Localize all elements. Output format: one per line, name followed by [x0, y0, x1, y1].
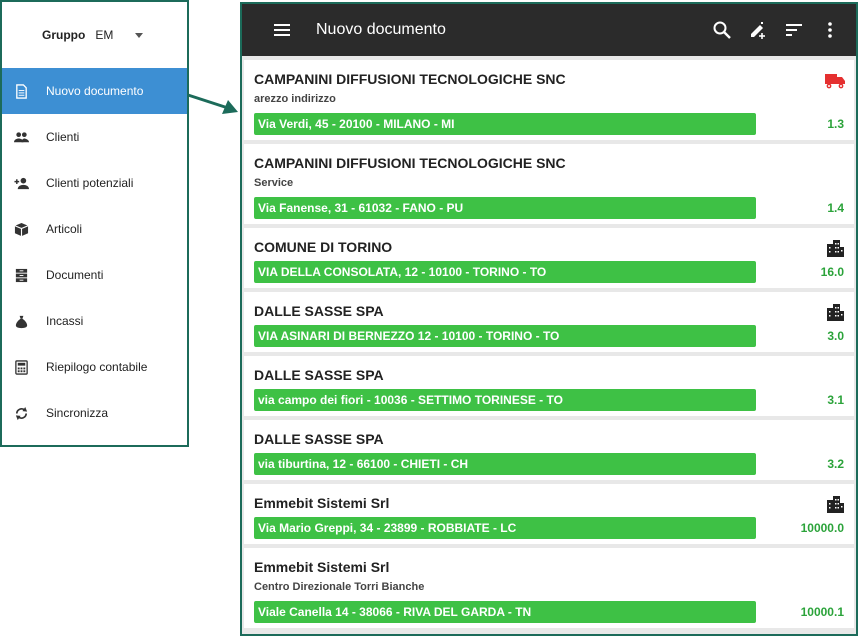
customer-name: DALLE SASSE SPA [254, 367, 384, 383]
add-person-icon [12, 174, 30, 192]
customer-name: DALLE SASSE SPA [254, 431, 384, 447]
customer-value: 1.3 [827, 117, 844, 131]
more-vert-icon[interactable] [816, 16, 844, 44]
building-icon [824, 494, 846, 514]
drawer-menu: Nuovo documento Clienti Clienti potenziali… [2, 68, 187, 436]
customer-name: Emmebit Sistemi Srl [254, 495, 390, 511]
document-icon [12, 82, 30, 100]
customer-address: via tiburtina, 12 - 66100 - CHIETI - CH [254, 453, 756, 475]
list-item[interactable]: Emmebit Sistemi Srl Centro Direzionale To… [244, 548, 854, 628]
customer-name: CAMPANINI DIFFUSIONI TECNOLOGICHE SNC [254, 71, 566, 87]
customer-address: Viale Canella 14 - 38066 - RIVA DEL GARD… [254, 601, 756, 623]
drawer-item-label: Articoli [46, 222, 83, 236]
list-item[interactable]: DALLE SASSE SPA via tiburtina, 12 - 66100… [244, 420, 854, 480]
edit-add-icon[interactable] [744, 16, 772, 44]
app-bar: Nuovo documento [242, 4, 856, 56]
customer-subtitle: Centro Direzionale Torri Bianche [254, 581, 425, 593]
archive-icon [12, 266, 30, 284]
drawer-item-label: Clienti potenziali [46, 176, 134, 190]
customer-subtitle: Service [254, 177, 294, 189]
customer-address: Via Fanense, 31 - 61032 - FANO - PU [254, 197, 756, 219]
list-item[interactable]: Emmebit Sistemi Srl Via Mario Greppi, 34 … [244, 484, 854, 544]
customer-name: Emmebit Sistemi Srl [254, 559, 390, 575]
drawer-item-clienti-potenziali[interactable]: Clienti potenziali [2, 160, 187, 206]
drawer-item-label: Incassi [46, 314, 84, 328]
customer-address: VIA ASINARI DI BERNEZZO 12 - 10100 - TOR… [254, 325, 756, 347]
customer-subtitle: arezzo indirizzo [254, 93, 336, 105]
customer-list: CAMPANINI DIFFUSIONI TECNOLOGICHE SNC are… [242, 60, 856, 628]
calculator-icon [12, 358, 30, 376]
customer-value: 1.4 [827, 201, 844, 215]
customer-address: VIA DELLA CONSOLATA, 12 - 10100 - TORINO… [254, 261, 756, 283]
truck-icon [824, 70, 846, 90]
customer-value: 3.2 [827, 457, 844, 471]
customer-address: Via Mario Greppi, 34 - 23899 - ROBBIATE … [254, 517, 756, 539]
group-selector[interactable]: Gruppo EM [2, 2, 187, 68]
list-item[interactable]: DALLE SASSE SPA via campo dei fiori - 100… [244, 356, 854, 416]
app-screen: Nuovo documento CAMPANINI DIFFUSIONI TEC… [240, 2, 858, 636]
sync-icon [12, 404, 30, 422]
menu-icon[interactable] [268, 16, 296, 44]
customer-address: via campo dei fiori - 10036 - SETTIMO TO… [254, 389, 756, 411]
list-item[interactable]: COMUNE DI TORINO VIA DELLA CONSOLATA, 12 … [244, 228, 854, 288]
drawer-item-clienti[interactable]: Clienti [2, 114, 187, 160]
drawer-item-sincronizza[interactable]: Sincronizza [2, 390, 187, 436]
drawer-item-nuovo-documento[interactable]: Nuovo documento [2, 68, 187, 114]
group-value: EM [95, 28, 114, 42]
caret-down-icon[interactable] [135, 32, 144, 38]
customer-value: 3.1 [827, 393, 844, 407]
list-item[interactable]: DALLE SASSE SPA VIA ASINARI DI BERNEZZO 1… [244, 292, 854, 352]
customer-value: 10000.0 [800, 521, 844, 535]
drawer-item-incassi[interactable]: Incassi [2, 298, 187, 344]
building-icon [824, 302, 846, 322]
customer-value: 10000.1 [800, 605, 844, 619]
customer-name: DALLE SASSE SPA [254, 303, 384, 319]
page-title: Nuovo documento [316, 21, 446, 38]
money-bag-icon [12, 312, 30, 330]
box-icon [12, 220, 30, 238]
drawer-item-label: Riepilogo contabile [46, 360, 148, 374]
drawer-item-documenti[interactable]: Documenti [2, 252, 187, 298]
drawer-item-label: Nuovo documento [46, 84, 144, 98]
search-icon[interactable] [708, 16, 736, 44]
customer-name: CAMPANINI DIFFUSIONI TECNOLOGICHE SNC [254, 155, 566, 171]
drawer-item-label: Clienti [46, 130, 80, 144]
list-item[interactable]: CAMPANINI DIFFUSIONI TECNOLOGICHE SNC Ser… [244, 144, 854, 224]
customer-name: COMUNE DI TORINO [254, 239, 393, 255]
building-icon [824, 238, 846, 258]
pointer-arrow [187, 93, 238, 114]
customer-value: 16.0 [820, 265, 844, 279]
people-icon [12, 128, 30, 146]
drawer-item-articoli[interactable]: Articoli [2, 206, 187, 252]
drawer-item-riepilogo-contabile[interactable]: Riepilogo contabile [2, 344, 187, 390]
group-label: Gruppo [42, 28, 86, 42]
customer-address: Via Verdi, 45 - 20100 - MILANO - MI [254, 113, 756, 135]
navigation-drawer: Gruppo EM Nuovo documento Clienti Clienti … [0, 0, 189, 447]
drawer-item-label: Documenti [46, 268, 104, 282]
customer-value: 3.0 [827, 329, 844, 343]
sort-icon[interactable] [780, 16, 808, 44]
drawer-item-label: Sincronizza [46, 406, 109, 420]
list-item[interactable]: CAMPANINI DIFFUSIONI TECNOLOGICHE SNC are… [244, 60, 854, 140]
